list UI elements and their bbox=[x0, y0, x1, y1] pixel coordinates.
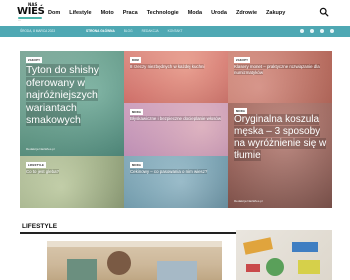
category-badge[interactable]: DOM bbox=[130, 57, 141, 63]
article-author: Redakcja NasWies.pl bbox=[26, 147, 55, 151]
nav-item-zdrowie[interactable]: Zdrowie bbox=[236, 10, 257, 16]
article-title[interactable]: Błyskawiczne i bezpieczne docieplanie wł… bbox=[130, 116, 222, 122]
article-title[interactable]: 8 rzeczy niezbędnych w każdej kuchni bbox=[130, 64, 222, 70]
article-title[interactable]: Klasery monet – praktyczne rozwiązanie d… bbox=[234, 64, 324, 75]
article-title-text: 8 rzeczy niezbędnych w każdej kuchni bbox=[130, 64, 205, 69]
instagram-icon[interactable] bbox=[310, 29, 314, 33]
main-nav: Dom Lifestyle Moto Praca Technologie Mod… bbox=[48, 7, 294, 19]
logo-sub-text: ... bbox=[18, 18, 21, 22]
facebook-icon[interactable] bbox=[300, 29, 304, 33]
article-title-text: Błyskawiczne i bezpieczne docieplanie wł… bbox=[130, 116, 222, 121]
article-title-text: Oryginalna koszula męska – 3 sposoby na … bbox=[234, 114, 327, 161]
article-title[interactable]: Oryginalna koszula męska – 3 sposoby na … bbox=[234, 114, 328, 162]
twitter-icon[interactable] bbox=[320, 29, 324, 33]
article-title-text: Cekinowy – co pasowania o nim wiesz? bbox=[130, 169, 208, 174]
featured-article-1[interactable]: ZAKUPY Tyton do shishy oferowany w najró… bbox=[20, 51, 124, 156]
nav-item-dom[interactable]: Dom bbox=[48, 10, 60, 16]
nav-item-praca[interactable]: Praca bbox=[123, 10, 138, 16]
category-badge[interactable]: LIFESTYLE bbox=[26, 162, 46, 168]
featured-article-7[interactable]: MODA Cekinowy – co pasowania o nim wiesz… bbox=[124, 156, 228, 208]
logo-wave bbox=[18, 17, 42, 19]
youtube-icon[interactable] bbox=[330, 29, 334, 33]
category-badge[interactable]: ZAKUPY bbox=[26, 57, 43, 63]
nav-item-technologie[interactable]: Technologie bbox=[147, 10, 179, 16]
nav-item-zakupy[interactable]: Zakupy bbox=[266, 10, 285, 16]
category-badge[interactable]: MODA bbox=[130, 162, 143, 168]
nav-item-moda[interactable]: Moda bbox=[188, 10, 202, 16]
nav-item-moto[interactable]: Moto bbox=[101, 10, 114, 16]
top-link-redakcja[interactable]: REDAKCJA bbox=[142, 29, 159, 33]
featured-article-2[interactable]: DOM 8 rzeczy niezbędnych w każdej kuchni bbox=[124, 51, 228, 103]
article-title[interactable]: Co to jest gleba? bbox=[26, 169, 118, 175]
top-bar: ŚRODA, 8 MARCA 2023 STRONA GŁÓWNA BLOG R… bbox=[0, 26, 350, 37]
featured-article-5[interactable]: MODA Oryginalna koszula męska – 3 sposob… bbox=[228, 103, 332, 208]
lifestyle-article-image[interactable] bbox=[47, 241, 222, 280]
featured-article-6[interactable]: LIFESTYLE Co to jest gleba? bbox=[20, 156, 124, 208]
sidebar-article-image[interactable] bbox=[236, 230, 332, 280]
nav-item-lifestyle[interactable]: Lifestyle bbox=[69, 10, 91, 16]
social-icons bbox=[300, 29, 340, 33]
top-links: STRONA GŁÓWNA BLOG REDAKCJA KONTAKT bbox=[86, 29, 191, 33]
article-title[interactable]: Cekinowy – co pasowania o nim wiesz? bbox=[130, 169, 222, 175]
logo-main-text: WIEŚ bbox=[17, 6, 45, 17]
top-link-kontakt[interactable]: KONTAKT bbox=[168, 29, 183, 33]
article-title-text: Tyton do shishy oferowany w najróżniejsz… bbox=[26, 64, 99, 126]
article-author: Redakcja NasWies.pl bbox=[234, 199, 263, 203]
nav-item-uroda[interactable]: Uroda bbox=[211, 10, 227, 16]
featured-article-4[interactable]: MODA Błyskawiczne i bezpieczne docieplan… bbox=[124, 103, 228, 156]
top-link-blog[interactable]: BLOG bbox=[124, 29, 133, 33]
category-badge[interactable]: ZAKUPY bbox=[234, 57, 251, 63]
site-header: NAS WIEŚ ... Dom Lifestyle Moto Praca Te… bbox=[0, 0, 350, 26]
child-figure bbox=[107, 251, 131, 275]
article-title-text: Co to jest gleba? bbox=[26, 169, 59, 174]
category-badge[interactable]: MODA bbox=[130, 109, 143, 115]
article-title[interactable]: Tyton do shishy oferowany w najróżniejsz… bbox=[26, 64, 118, 127]
section-title[interactable]: LIFESTYLE bbox=[22, 223, 57, 230]
top-link-home[interactable]: STRONA GŁÓWNA bbox=[86, 29, 115, 33]
featured-article-3[interactable]: ZAKUPY Klasery monet – praktyczne rozwią… bbox=[228, 51, 332, 103]
search-icon[interactable] bbox=[319, 7, 329, 17]
site-logo[interactable]: NAS WIEŚ ... bbox=[17, 2, 45, 24]
current-date: ŚRODA, 8 MARCA 2023 bbox=[20, 29, 56, 33]
article-title-text: Klasery monet – praktyczne rozwiązanie d… bbox=[234, 64, 320, 75]
